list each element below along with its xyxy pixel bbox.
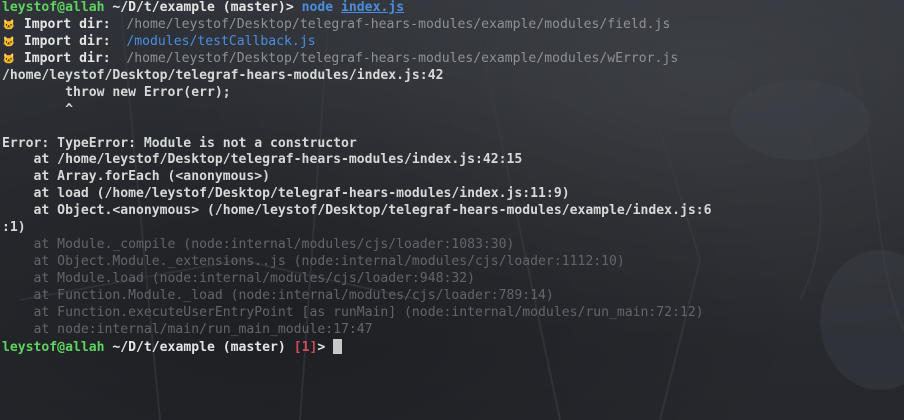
stack-frame: :1)	[2, 220, 26, 236]
internal-stack-frame: at Function.Module._load (node:internal/…	[2, 287, 554, 303]
prompt-branch: (master)	[222, 339, 286, 355]
internal-stack-frame: at Function.executeUserEntryPoint [as ru…	[2, 304, 704, 320]
command-argument-link[interactable]: index.js	[341, 0, 404, 15]
stack-frame: at Object.<anonymous> (/home/leystof/Des…	[2, 203, 712, 219]
error-caret: ^	[2, 101, 73, 117]
prompt-branch: (master)>	[222, 0, 294, 15]
text-cursor[interactable]	[333, 338, 343, 354]
import-path: /modules/testCallback.js	[126, 33, 316, 49]
command-name: node	[301, 0, 334, 15]
exit-code: [1]	[293, 339, 318, 355]
import-label: Import dir:	[23, 33, 111, 49]
import-path: /home/leystof/Desktop/telegraf-hears-mod…	[126, 16, 671, 32]
stack-frame: at load (/home/leystof/Desktop/telegraf-…	[2, 186, 570, 202]
prompt-line[interactable]: leystof@allah ~/D/t/example (master) [1]…	[2, 338, 904, 356]
internal-stack-frame: at Object.Module._extensions..js (node:i…	[2, 254, 625, 270]
terminal-window[interactable]: leystof@allah ~/D/t/example (master)> no…	[0, 0, 904, 420]
import-label: Import dir:	[23, 50, 111, 66]
prompt-symbol: >	[317, 339, 326, 355]
cat-face-icon: 🐱	[2, 53, 16, 65]
stack-frame: at /home/leystof/Desktop/telegraf-hears-…	[2, 152, 523, 168]
internal-stack-frame: at Module._compile (node:internal/module…	[2, 237, 515, 253]
prompt-cwd: ~/D/t/example	[112, 339, 215, 355]
stack-frame: at Array.forEach (<anonymous>)	[2, 169, 271, 185]
import-line: 🐱 Import dir: /home/leystof/Desktop/tele…	[2, 17, 904, 34]
import-label: Import dir:	[23, 16, 111, 32]
error-code-line: throw new Error(err);	[2, 84, 231, 100]
import-line: 🐱 Import dir: /home/leystof/Desktop/tele…	[2, 51, 904, 68]
error-message: Error: TypeError: Module is not a constr…	[2, 135, 357, 151]
cat-face-icon: 🐱	[2, 36, 16, 48]
import-path: /home/leystof/Desktop/telegraf-hears-mod…	[126, 50, 679, 66]
cat-face-icon: 🐱	[2, 19, 16, 31]
prompt-line: leystof@allah ~/D/t/example (master)> no…	[2, 0, 904, 17]
internal-stack-frame: at node:internal/main/run_main_module:17…	[2, 321, 373, 337]
prompt-user-host: leystof@allah	[2, 0, 105, 15]
prompt-user-host: leystof@allah	[2, 339, 105, 355]
import-line: 🐱 Import dir: /modules/testCallback.js	[2, 34, 904, 51]
error-location: /home/leystof/Desktop/telegraf-hears-mod…	[2, 67, 444, 83]
prompt-cwd: ~/D/t/example	[112, 0, 215, 15]
internal-stack-frame: at Module.load (node:internal/modules/cj…	[2, 271, 475, 286]
